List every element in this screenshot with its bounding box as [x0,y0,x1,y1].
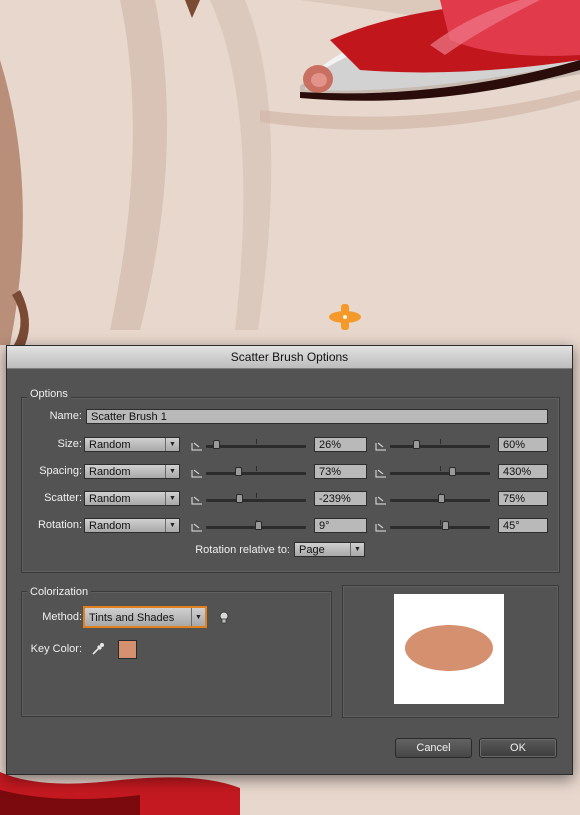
colorization-group-label: Colorization [27,586,92,598]
variation-value: Random [89,520,131,532]
slider-thumb[interactable] [413,440,420,449]
dialog-title: Scatter Brush Options [7,346,572,369]
variation-dropdown[interactable]: Random ▼ [84,491,180,506]
slider-thumb[interactable] [255,521,262,530]
max-slider[interactable] [390,493,490,503]
min-slider[interactable] [206,493,306,503]
lock-icon[interactable] [191,520,203,532]
slider-thumb[interactable] [449,467,456,476]
slider-tick [256,466,257,471]
slider-tick [256,439,257,444]
key-color-label: Key Color: [30,643,82,655]
ok-button[interactable]: OK [479,738,557,758]
lock-icon[interactable] [191,439,203,451]
variation-dropdown[interactable]: Random ▼ [84,464,180,479]
method-value: Tints and Shades [89,612,175,624]
variation-value: Random [89,466,131,478]
preview-brush-shape [405,625,493,671]
slider-thumb[interactable] [235,467,242,476]
name-field[interactable]: Scatter Brush 1 [86,409,548,424]
eyedropper-icon[interactable] [91,642,105,656]
variation-value: Random [89,439,131,451]
lightbulb-tip-icon[interactable] [219,611,229,625]
lock-icon[interactable] [375,466,387,478]
lock-icon[interactable] [191,493,203,505]
row-label: Rotation: [37,519,82,531]
slider-tick [440,520,441,525]
min-value-field[interactable]: 9° [314,518,367,533]
max-value-field[interactable]: 45° [498,518,548,533]
dropdown-arrow-icon: ▼ [350,543,364,556]
min-slider[interactable] [206,520,306,530]
options-group-label: Options [27,388,71,400]
row-label: Scatter: [44,492,82,504]
variation-value: Random [89,493,131,505]
scatter-brush-options-dialog: Scatter Brush Options Options Name: Scat… [6,345,573,775]
key-color-swatch[interactable] [118,640,137,659]
slider-tick [440,466,441,471]
dropdown-arrow-icon: ▼ [165,492,179,505]
lock-icon[interactable] [375,439,387,451]
name-label: Name: [49,410,82,422]
lock-icon[interactable] [375,493,387,505]
dropdown-arrow-icon: ▼ [165,519,179,532]
max-value-field[interactable]: 60% [498,437,548,452]
max-slider[interactable] [390,520,490,530]
method-label: Method: [42,611,82,623]
slider-thumb[interactable] [236,494,243,503]
slider-thumb[interactable] [438,494,445,503]
row-label: Spacing: [39,465,82,477]
lock-icon[interactable] [191,466,203,478]
dropdown-arrow-icon: ▼ [191,608,205,626]
lock-icon[interactable] [375,520,387,532]
method-dropdown[interactable]: Tints and Shades ▼ [84,607,206,627]
min-slider[interactable] [206,439,306,449]
rotation-relative-dropdown[interactable]: Page ▼ [294,542,365,557]
min-slider[interactable] [206,466,306,476]
row-label: Size: [57,438,82,450]
min-value-field[interactable]: 73% [314,464,367,479]
cancel-button[interactable]: Cancel [395,738,472,758]
slider-thumb[interactable] [442,521,449,530]
slider-tick [440,439,441,444]
variation-dropdown[interactable]: Random ▼ [84,437,180,452]
max-value-field[interactable]: 75% [498,491,548,506]
min-value-field[interactable]: -239% [314,491,367,506]
dropdown-arrow-icon: ▼ [165,438,179,451]
rotation-relative-value: Page [299,544,325,556]
variation-dropdown[interactable]: Random ▼ [84,518,180,533]
max-slider[interactable] [390,466,490,476]
rotation-relative-label: Rotation relative to: [195,544,290,556]
slider-thumb[interactable] [213,440,220,449]
slider-tick [256,493,257,498]
min-value-field[interactable]: 26% [314,437,367,452]
max-slider[interactable] [390,439,490,449]
dropdown-arrow-icon: ▼ [165,465,179,478]
max-value-field[interactable]: 430% [498,464,548,479]
